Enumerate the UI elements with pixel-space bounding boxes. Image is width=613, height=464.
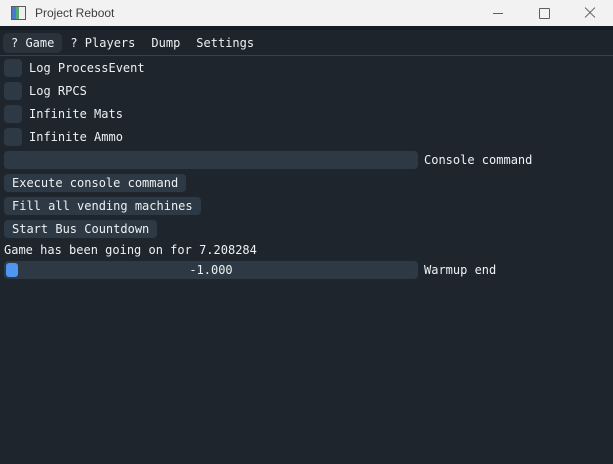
game-tab-panel: Log ProcessEvent Log RPCS Infinite Mats … bbox=[0, 56, 613, 284]
checkbox-infinite-ammo[interactable]: Infinite Ammo bbox=[4, 128, 609, 146]
warmup-end-label: Warmup end bbox=[424, 263, 496, 277]
minimize-button[interactable] bbox=[475, 0, 521, 26]
game-time-status-text: Game has been going on for 7.208284 bbox=[4, 243, 609, 257]
fill-vending-row: Fill all vending machines bbox=[4, 197, 609, 215]
window-title: Project Reboot bbox=[35, 6, 114, 20]
window-controls bbox=[475, 0, 613, 26]
checkbox-box[interactable] bbox=[4, 128, 22, 146]
execute-console-row: Execute console command bbox=[4, 174, 609, 192]
start-bus-countdown-button[interactable]: Start Bus Countdown bbox=[4, 220, 157, 238]
menu-item-dump[interactable]: Dump bbox=[143, 33, 188, 53]
console-command-label: Console command bbox=[424, 153, 532, 167]
app-window: Project Reboot ? Game ? Players Dump Set… bbox=[0, 0, 613, 464]
console-command-row: Console command bbox=[4, 151, 609, 169]
checkbox-log-rpcs[interactable]: Log RPCS bbox=[4, 82, 609, 100]
minimize-icon bbox=[493, 13, 503, 14]
checkbox-label: Log ProcessEvent bbox=[29, 61, 145, 75]
app-icon bbox=[11, 6, 26, 20]
menubar: ? Game ? Players Dump Settings bbox=[0, 30, 613, 56]
warmup-end-row: -1.000 Warmup end bbox=[4, 261, 609, 279]
maximize-button[interactable] bbox=[521, 0, 567, 26]
menu-item-players[interactable]: ? Players bbox=[62, 33, 143, 53]
checkbox-box[interactable] bbox=[4, 82, 22, 100]
close-icon bbox=[584, 7, 596, 19]
console-command-input[interactable] bbox=[4, 151, 418, 169]
checkbox-label: Log RPCS bbox=[29, 84, 87, 98]
checkbox-label: Infinite Mats bbox=[29, 107, 123, 121]
checkbox-infinite-mats[interactable]: Infinite Mats bbox=[4, 105, 609, 123]
close-button[interactable] bbox=[567, 0, 613, 26]
warmup-end-slider[interactable]: -1.000 bbox=[4, 261, 418, 279]
menu-item-game[interactable]: ? Game bbox=[3, 33, 62, 53]
execute-console-command-button[interactable]: Execute console command bbox=[4, 174, 186, 192]
slider-value: -1.000 bbox=[4, 261, 418, 279]
fill-vending-machines-button[interactable]: Fill all vending machines bbox=[4, 197, 201, 215]
checkbox-box[interactable] bbox=[4, 59, 22, 77]
menu-item-settings[interactable]: Settings bbox=[188, 33, 262, 53]
checkbox-box[interactable] bbox=[4, 105, 22, 123]
maximize-icon bbox=[539, 8, 550, 19]
titlebar[interactable]: Project Reboot bbox=[0, 0, 613, 26]
checkbox-log-processevent[interactable]: Log ProcessEvent bbox=[4, 59, 609, 77]
start-bus-row: Start Bus Countdown bbox=[4, 220, 609, 238]
checkbox-label: Infinite Ammo bbox=[29, 130, 123, 144]
